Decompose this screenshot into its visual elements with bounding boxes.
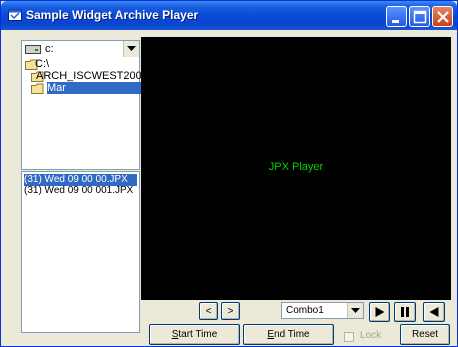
lock-checkbox[interactable]: Lock — [344, 329, 394, 343]
reverse-button[interactable] — [423, 302, 445, 322]
app-window: Sample Widget Archive Player c: C:\ ARCH… — [0, 0, 458, 347]
play-icon — [375, 307, 384, 317]
chevron-down-icon — [127, 46, 136, 51]
open-folder-icon — [31, 83, 44, 94]
file-list[interactable]: (31) Wed 09 00 00.JPX (31) Wed 09 00 001… — [21, 171, 140, 333]
window-title: Sample Widget Archive Player — [26, 8, 199, 22]
start-time-label: tart Time — [178, 329, 218, 340]
drive-dropdown-button[interactable] — [123, 41, 139, 57]
file-item[interactable]: (31) Wed 09 00 001.JPX — [24, 185, 133, 197]
drive-value: c: — [45, 43, 54, 55]
maximize-icon — [413, 10, 427, 24]
player-label: JPX Player — [268, 161, 324, 173]
title-bar[interactable]: Sample Widget Archive Player — [1, 1, 457, 30]
chevron-down-icon — [351, 308, 360, 313]
lock-label: Lock — [360, 330, 382, 341]
drive-icon — [25, 45, 41, 54]
folder-label: ARCH_ISCWEST2004 — [36, 70, 148, 82]
end-time-label: nd Time — [274, 329, 310, 340]
maximize-button[interactable] — [409, 6, 430, 27]
reset-label: Reset — [411, 329, 439, 340]
combo1-select[interactable]: Combo1 — [281, 302, 364, 319]
play-button[interactable] — [369, 302, 390, 322]
close-icon — [437, 11, 449, 23]
close-button[interactable] — [432, 6, 453, 27]
app-icon — [8, 9, 22, 21]
folder-label: Mar — [47, 82, 156, 94]
next-label: > — [227, 306, 234, 317]
minimize-icon — [392, 20, 399, 23]
drive-select[interactable]: c: — [21, 40, 140, 58]
reset-button[interactable]: Reset — [400, 324, 450, 345]
folder-label: C:\ — [35, 58, 50, 70]
folder-list[interactable]: C:\ ARCH_ISCWEST2004 Mar — [21, 57, 156, 170]
reverse-icon — [429, 307, 439, 317]
combo1-value: Combo1 — [286, 305, 324, 316]
lock-checkbox-box[interactable] — [344, 332, 354, 342]
minimize-button[interactable] — [386, 6, 407, 27]
previous-label: < — [205, 306, 212, 317]
start-time-button[interactable]: Start Time — [149, 324, 240, 345]
end-time-button[interactable]: End Time — [243, 324, 334, 345]
pause-button[interactable] — [394, 302, 416, 322]
combo1-dropdown-button[interactable] — [347, 303, 363, 318]
next-button[interactable]: > — [221, 302, 240, 320]
jpx-player[interactable]: JPX Player — [141, 37, 451, 300]
pause-icon — [401, 307, 409, 317]
previous-button[interactable]: < — [199, 302, 218, 320]
